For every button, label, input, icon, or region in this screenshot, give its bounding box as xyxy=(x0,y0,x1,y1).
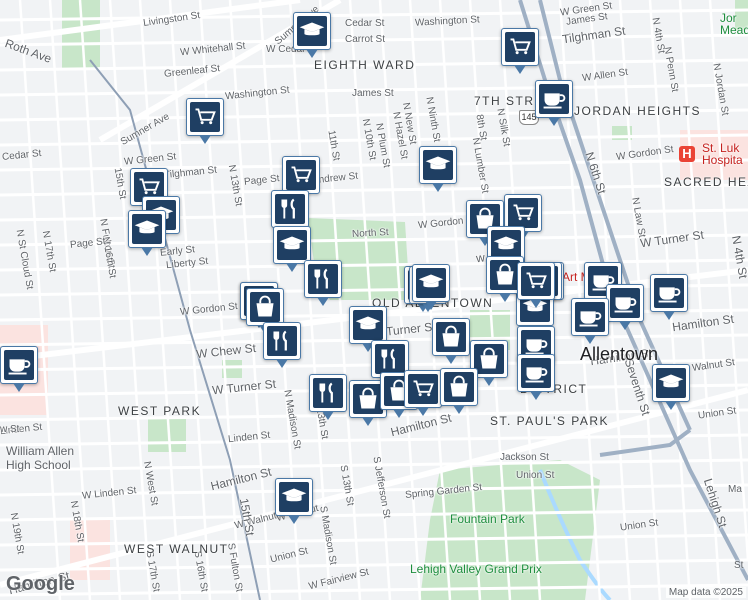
street-label: w St xyxy=(0,424,20,435)
restaurant-icon xyxy=(273,330,287,351)
neighborhood-label: WEST WALNUT xyxy=(124,542,229,556)
neighborhood-label: ST. PAUL'S PARK xyxy=(490,414,610,428)
map-marker-coffee[interactable] xyxy=(517,354,555,400)
map-marker-utensils[interactable] xyxy=(309,374,347,420)
map-marker-bag[interactable] xyxy=(440,368,478,414)
coffee-cup-icon xyxy=(543,93,566,109)
street-label: Carrot St xyxy=(345,34,386,45)
restaurant-icon xyxy=(314,268,328,289)
map-marker-coffee[interactable] xyxy=(535,80,573,126)
map-marker-school[interactable] xyxy=(652,364,690,410)
school-icon xyxy=(279,236,305,250)
poi-label-st-lukes-hospital[interactable]: St. Luk Hospita xyxy=(702,142,743,166)
shopping-cart-icon xyxy=(526,272,547,289)
neighborhood-label: EIGHTH WARD xyxy=(314,58,416,72)
map-marker-coffee[interactable] xyxy=(650,274,688,320)
shopping-bag-icon xyxy=(256,295,274,317)
street-label: Union St xyxy=(516,470,555,481)
map-canvas[interactable]: Livingston St W Whitehall St Roth Ave Gr… xyxy=(0,0,748,600)
coffee-cup-icon xyxy=(579,311,602,327)
map-marker-coffee[interactable] xyxy=(571,298,609,344)
map-marker-cart[interactable] xyxy=(282,156,320,202)
poi-label-jordan-meadows[interactable]: Jor Mead xyxy=(720,12,748,36)
map-marker-utensils[interactable] xyxy=(271,190,309,236)
street-label: St xyxy=(734,560,744,571)
school-icon xyxy=(299,22,325,36)
map-marker-utensils[interactable] xyxy=(263,322,301,368)
map-marker-school[interactable] xyxy=(275,478,313,524)
map-marker-bag[interactable] xyxy=(432,318,470,364)
poi-label-grand-prix[interactable]: Lehigh Valley Grand Prix xyxy=(410,562,542,576)
map-attribution[interactable]: Map data ©2025 xyxy=(665,587,746,598)
map-marker-school[interactable] xyxy=(412,264,450,310)
shopping-bag-icon xyxy=(450,375,468,397)
restaurant-icon xyxy=(281,198,295,219)
school-icon xyxy=(281,488,307,502)
street-label: Jackson St xyxy=(500,452,549,463)
shopping-bag-icon xyxy=(442,325,460,347)
map-marker-school[interactable] xyxy=(419,146,457,192)
map-marker-school[interactable] xyxy=(273,226,311,272)
neighborhood-label: WEST PARK xyxy=(118,404,202,418)
street-label: North St xyxy=(351,227,389,240)
coffee-cup-icon xyxy=(8,359,31,375)
map-marker-cart[interactable] xyxy=(501,28,539,74)
neighborhood-label: JORDAN HEIGHTS xyxy=(574,104,702,118)
street-label: Ma xyxy=(728,484,742,495)
map-marker-school[interactable] xyxy=(293,12,331,58)
coffee-cup-icon xyxy=(525,367,548,383)
poi-text: William Allen High School xyxy=(6,444,75,472)
neighborhood-label: SACRED HEA xyxy=(664,175,748,189)
hospital-icon: H xyxy=(679,146,695,162)
poi-text: St. Luk Hospita xyxy=(702,141,743,167)
street-label: James St xyxy=(352,88,394,99)
poi-text: Lehigh Valley Grand Prix xyxy=(410,562,542,576)
map-marker-coffee[interactable] xyxy=(606,284,644,330)
school-icon xyxy=(418,274,444,288)
poi-text: Fountain Park xyxy=(450,512,525,526)
google-logo: Google xyxy=(6,573,75,595)
map-marker-bag[interactable] xyxy=(246,288,284,334)
neighborhood-label: 7TH STR xyxy=(474,94,535,108)
map-marker-cart[interactable] xyxy=(404,370,442,416)
school-icon xyxy=(355,316,381,330)
shopping-cart-icon xyxy=(413,380,434,397)
map-marker-school[interactable] xyxy=(349,306,387,352)
coffee-cup-icon xyxy=(614,297,637,313)
map-marker-utensils[interactable] xyxy=(304,260,342,306)
school-icon xyxy=(425,156,451,170)
poi-text: Jor Mead xyxy=(720,11,748,37)
map-marker-coffee[interactable] xyxy=(0,346,38,392)
restaurant-icon xyxy=(319,382,333,403)
school-icon xyxy=(658,374,684,388)
map-marker-cart[interactable] xyxy=(186,98,224,144)
school-icon xyxy=(134,220,160,234)
poi-label-william-allen-high-school[interactable]: William Allen High School xyxy=(6,444,74,472)
shopping-cart-icon xyxy=(291,166,312,183)
street-label: Cedar St xyxy=(345,18,385,29)
poi-label-fountain-park[interactable]: Fountain Park xyxy=(450,512,525,526)
city-label: Allentown xyxy=(580,344,659,364)
map-marker-school[interactable] xyxy=(128,210,166,256)
map-marker-cart[interactable] xyxy=(517,262,555,308)
shopping-cart-icon xyxy=(195,108,216,125)
coffee-cup-icon xyxy=(658,287,681,303)
shopping-cart-icon xyxy=(510,38,531,55)
